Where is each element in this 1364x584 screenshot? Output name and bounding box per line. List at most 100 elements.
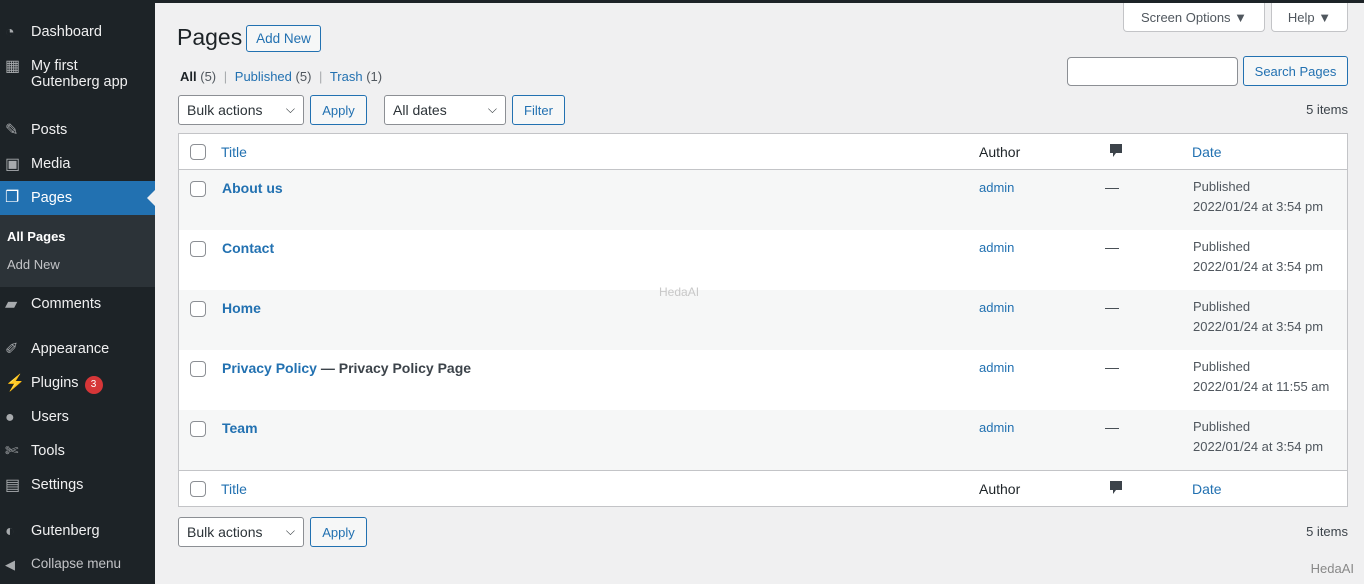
items-count-bottom: 5 items (1306, 524, 1348, 539)
update-count-badge: 3 (84, 376, 103, 394)
separator: | (319, 69, 323, 84)
author-column-header: Author (979, 481, 1021, 497)
sidebar-item-label: Settings (31, 477, 84, 493)
add-new-button[interactable]: Add New (246, 25, 321, 52)
author-link[interactable]: admin (979, 300, 1014, 315)
sidebar-item-label: Comments (31, 296, 102, 312)
sidebar-item-gutenberg[interactable]: ◐ Gutenberg (0, 523, 155, 541)
sidebar-item-pages[interactable]: ❐ Pages (0, 181, 155, 215)
filter-button[interactable]: Filter (512, 95, 565, 125)
title-column-sort[interactable]: Title (221, 144, 247, 160)
sidebar-item-settings[interactable]: ▤ Settings (0, 477, 155, 495)
table-row: Privacy Policy — Privacy Policy Page adm… (179, 350, 1347, 410)
table-row: About us admin — Published 2022/01/24 at … (179, 170, 1347, 230)
page-title-link[interactable]: About us (222, 180, 283, 196)
row-checkbox[interactable] (190, 361, 206, 377)
dates-select[interactable]: All dates ⌵ (384, 95, 506, 125)
media-icon: ▣ (5, 156, 21, 173)
select-all-checkbox[interactable] (190, 144, 206, 160)
author-link[interactable]: admin (979, 180, 1014, 195)
page-title-link[interactable]: Privacy Policy (222, 360, 317, 376)
comment-bubble-icon[interactable] (1109, 143, 1123, 163)
comment-count: — (1105, 359, 1119, 375)
sidebar-item-label: Collapse menu (31, 556, 122, 571)
dashboard-icon: ◔ (5, 24, 15, 41)
comment-bubble-icon[interactable] (1109, 480, 1123, 500)
author-link[interactable]: admin (979, 420, 1014, 435)
sidebar-item-plugins[interactable]: ⚡ Plugins 3 (0, 375, 155, 394)
pages-table: Title Author Date About us admin — Publi… (178, 133, 1348, 507)
submenu-all-pages[interactable]: All Pages (7, 229, 66, 244)
row-checkbox[interactable] (190, 421, 206, 437)
date-cell: Published 2022/01/24 at 3:54 pm (1193, 239, 1324, 274)
author-column-header: Author (979, 144, 1021, 160)
gutenberg-icon: ◐ (5, 523, 15, 540)
filter-trash[interactable]: Trash (330, 69, 363, 84)
comment-count: — (1105, 419, 1119, 435)
bulk-actions-select-bottom[interactable]: Bulk actions ⌵ (178, 517, 304, 547)
page-title-link[interactable]: Contact (222, 240, 274, 256)
count: (5) (295, 69, 312, 84)
author-link[interactable]: admin (979, 240, 1014, 255)
sidebar-item-label: Posts (31, 122, 68, 138)
sidebar-item-tools[interactable]: ✄ Tools (0, 443, 155, 461)
filter-published[interactable]: Published (235, 69, 292, 84)
page-title-link[interactable]: Home (222, 300, 261, 316)
date-cell: Published 2022/01/24 at 3:54 pm (1193, 299, 1324, 334)
chevron-down-icon: ⌵ (487, 102, 497, 116)
submenu-add-new[interactable]: Add New (7, 257, 60, 272)
collapse-icon: ◀ (5, 557, 15, 572)
screen-options-button[interactable]: Screen Options ▼ (1123, 3, 1265, 32)
user-icon: ● (5, 409, 15, 426)
date-cell: Published 2022/01/24 at 3:54 pm (1193, 179, 1324, 214)
main-content: Screen Options ▼ Help ▼ Pages Add New Al… (155, 3, 1364, 584)
table-row: Contact admin — Published 2022/01/24 at 3… (179, 230, 1347, 290)
separator: | (223, 69, 228, 84)
date-column-sort[interactable]: Date (1192, 481, 1222, 497)
sidebar-item-dashboard[interactable]: ◔ Dashboard (0, 24, 155, 42)
pages-submenu: All Pages Add New (0, 215, 155, 287)
page-state: — Privacy Policy Page (316, 360, 472, 376)
comment-count: — (1105, 179, 1119, 195)
page-title-link[interactable]: Team (222, 420, 258, 436)
table-row: Home admin — Published 2022/01/24 at 3:54… (179, 290, 1347, 350)
sidebar-item-label: Media (31, 156, 71, 172)
chevron-down-icon: ⌵ (285, 102, 295, 116)
filter-all[interactable]: All (180, 69, 197, 84)
status-filters: All (5) | Published (5) | Trash (1) (180, 69, 382, 84)
row-checkbox[interactable] (190, 241, 206, 257)
chevron-down-icon: ⌵ (285, 524, 295, 538)
comment-count: — (1105, 299, 1119, 315)
author-link[interactable]: admin (979, 360, 1014, 375)
comment-icon: ▰ (5, 296, 18, 313)
apply-button-bottom[interactable]: Apply (310, 517, 367, 547)
date-cell: Published 2022/01/24 at 11:55 am (1193, 359, 1330, 394)
bulk-actions-select[interactable]: Bulk actions ⌵ (178, 95, 304, 125)
sidebar-item-posts[interactable]: ✎ Posts (0, 122, 155, 140)
sidebar-item-collapse-menu[interactable]: ◀ Collapse menu (0, 556, 155, 574)
title-column-sort[interactable]: Title (221, 481, 247, 497)
items-count: 5 items (1306, 102, 1348, 117)
search-pages-button[interactable]: Search Pages (1243, 56, 1348, 86)
admin-sidebar: ◔ Dashboard ▦ My first Gutenberg app ✎ Posts ▣ M… (0, 3, 155, 584)
comment-count: — (1105, 239, 1119, 255)
sidebar-item-comments[interactable]: ▰ Comments (0, 296, 155, 314)
row-checkbox[interactable] (190, 181, 206, 197)
row-checkbox[interactable] (190, 301, 206, 317)
grid-icon: ▦ (5, 58, 21, 75)
apply-button[interactable]: Apply (310, 95, 367, 125)
watermark: HedaAI (659, 285, 700, 299)
sidebar-item-label: Users (31, 409, 69, 425)
sidebar-item-users[interactable]: ● Users (0, 409, 155, 427)
select-all-checkbox[interactable] (190, 481, 206, 497)
sidebar-item-label: Pages (31, 190, 73, 206)
help-button[interactable]: Help ▼ (1271, 3, 1348, 32)
sidebar-item-label: Plugins 3 (31, 375, 103, 394)
sidebar-item-appearance[interactable]: ✐ Appearance (0, 341, 155, 359)
table-header: Title Author Date (179, 134, 1347, 170)
date-column-sort[interactable]: Date (1192, 144, 1222, 160)
sidebar-item-label: Gutenberg (31, 523, 100, 539)
sidebar-item-media[interactable]: ▣ Media (0, 156, 155, 174)
sidebar-item-my-first[interactable]: ▦ My first Gutenberg app (0, 58, 155, 90)
search-input[interactable] (1067, 57, 1238, 86)
